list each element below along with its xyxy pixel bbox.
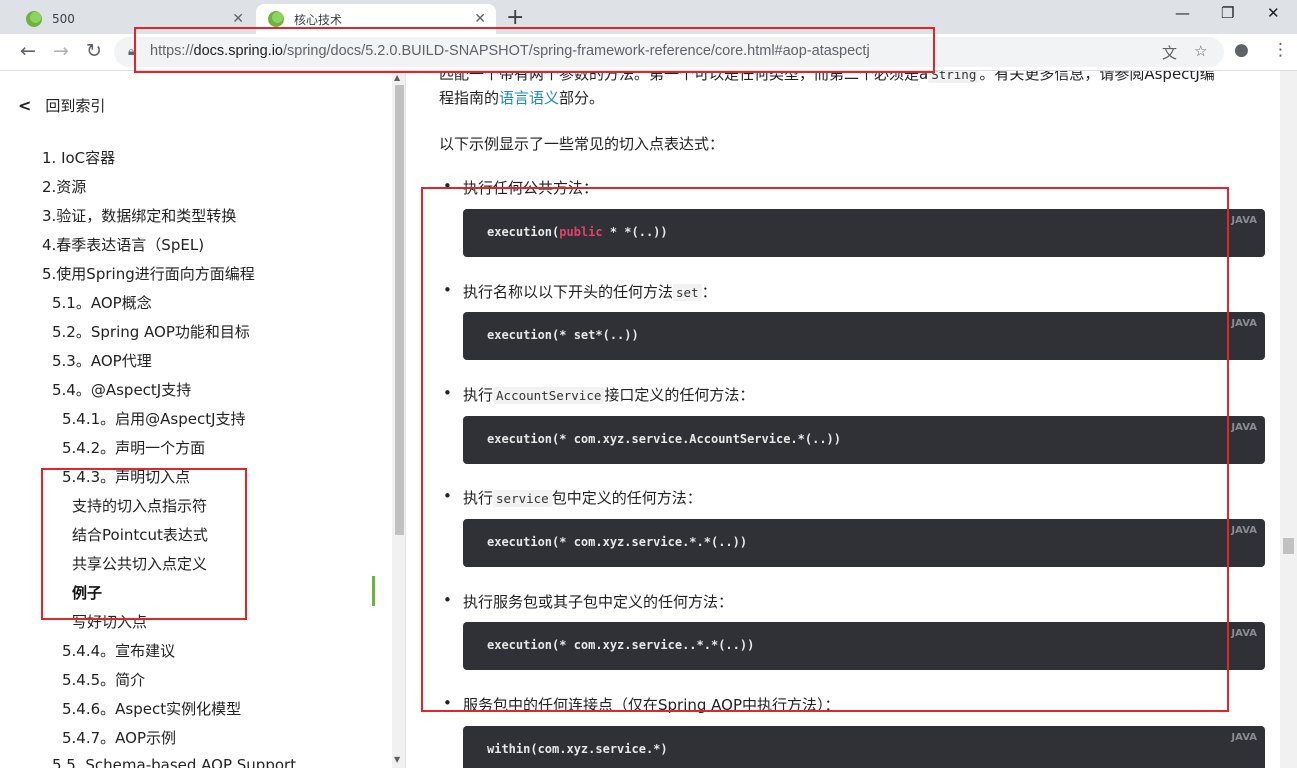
- toc-item[interactable]: 5.4.4。宣布建议: [62, 640, 175, 661]
- toc-item[interactable]: 5.1。AOP概念: [52, 292, 152, 313]
- toc-item[interactable]: 5.4.7。AOP示例: [62, 727, 176, 748]
- example-item: 执行任何公共方法：: [443, 177, 598, 198]
- toc-item[interactable]: 5.4.6。Aspect实例化模型: [62, 698, 241, 719]
- code-block[interactable]: execution(* com.xyz.service.AccountServi…: [463, 416, 1265, 464]
- toc-item[interactable]: 4.春季表达语言（SpEL): [42, 234, 204, 255]
- code-language-label: JAVA: [1231, 628, 1257, 639]
- restore-icon[interactable]: ❐: [1221, 4, 1234, 22]
- url-text[interactable]: https://docs.spring.io/spring/docs/5.2.0…: [150, 43, 870, 59]
- code-block[interactable]: execution(* com.xyz.service..*.*(..)) JA…: [463, 622, 1265, 670]
- code-text: execution(* com.xyz.service.AccountServi…: [487, 432, 842, 446]
- toc-item[interactable]: 5.5. Schema-based AOP Support: [52, 756, 296, 768]
- scroll-up-icon[interactable]: ▲: [394, 73, 400, 82]
- code-language-label: JAVA: [1231, 422, 1257, 433]
- tab-title: 500: [52, 12, 75, 26]
- content-scrollbar[interactable]: [1280, 71, 1297, 768]
- examples-heading: 以下示例显示了一些常见的切入点表达式：: [439, 135, 725, 153]
- toc-item[interactable]: 5.4.1。启用@AspectJ支持: [62, 408, 246, 429]
- new-tab-button[interactable]: +: [506, 5, 524, 30]
- toc-item[interactable]: 写好切入点: [72, 611, 147, 632]
- main-content: 匹配一个带有两个参数的方法。第一个可以是任何类型，而第二个必须是a String。…: [407, 71, 1297, 768]
- close-tab-icon[interactable]: ✕: [232, 11, 244, 27]
- back-to-index-link[interactable]: < 回到索引: [18, 95, 105, 116]
- minimize-icon[interactable]: —: [1175, 4, 1190, 22]
- reload-icon[interactable]: ↻: [86, 40, 102, 62]
- toc-item[interactable]: 5.4。@AspectJ支持: [52, 379, 191, 400]
- intro-paragraph-line1: 匹配一个带有两个参数的方法。第一个可以是任何类型，而第二个必须是a String。…: [439, 71, 1215, 84]
- chevron-left-icon: <: [18, 96, 32, 115]
- toc-item[interactable]: 3.验证，数据绑定和类型转换: [42, 205, 236, 226]
- code-language-label: JAVA: [1231, 318, 1257, 329]
- close-tab-icon[interactable]: ✕: [474, 11, 486, 27]
- forward-icon[interactable]: →: [53, 40, 69, 62]
- example-item: 执行service包中定义的任何方法：: [443, 487, 702, 508]
- example-item: 服务包中的任何连接点（仅在Spring AOP中执行方法）：: [443, 694, 840, 715]
- code-block[interactable]: execution(* set*(..)) JAVA: [463, 312, 1265, 360]
- code-language-label: JAVA: [1231, 215, 1257, 226]
- back-label: 回到索引: [45, 97, 106, 115]
- toc-sidebar: < 回到索引 1. IoC容器 2.资源 3.验证，数据绑定和类型转换 4.春季…: [0, 71, 406, 768]
- tab-strip: 500 ✕ 核心技术 ✕ + — ❐ ✕: [0, 0, 1297, 34]
- spring-leaf-icon: [268, 11, 284, 27]
- example-item: 执行名称以以下开头的任何方法set：: [443, 281, 717, 302]
- example-item: 执行服务包或其子包中定义的任何方法：: [443, 591, 733, 612]
- example-item: 执行AccountService接口定义的任何方法：: [443, 384, 754, 405]
- content-scrollbar-thumb[interactable]: [1283, 538, 1294, 554]
- toc-item[interactable]: 2.资源: [42, 176, 86, 197]
- code-text: execution(* com.xyz.service.*.*(..)): [487, 535, 748, 549]
- toc-item[interactable]: 5.4.2。声明一个方面: [62, 437, 205, 458]
- back-icon[interactable]: ←: [20, 40, 36, 62]
- toc-item[interactable]: 5.使用Spring进行面向方面编程: [42, 263, 255, 284]
- code-block[interactable]: execution(* com.xyz.service.*.*(..)) JAV…: [463, 519, 1265, 567]
- toc-item[interactable]: 结合Pointcut表达式: [72, 524, 208, 545]
- language-semantics-link[interactable]: 语言语义: [499, 89, 559, 107]
- menu-icon[interactable]: ⋮: [1272, 40, 1289, 60]
- close-window-icon[interactable]: ✕: [1267, 4, 1280, 22]
- address-bar[interactable]: 🔒︎ https://docs.spring.io/spring/docs/5.…: [114, 37, 1224, 67]
- active-indicator: [372, 576, 375, 606]
- browser-toolbar: ← → ↻ 🔒︎ https://docs.spring.io/spring/d…: [0, 34, 1297, 71]
- code-block[interactable]: execution(public * *(..)) JAVA: [463, 209, 1265, 257]
- toc-item[interactable]: 5.4.3。声明切入点: [62, 466, 190, 487]
- code-language-label: JAVA: [1231, 525, 1257, 536]
- code-text: execution(* com.xyz.service..*.*(..)): [487, 638, 755, 652]
- tab-core-tech[interactable]: 核心技术 ✕: [256, 4, 496, 34]
- account-icon[interactable]: ●: [1234, 40, 1249, 60]
- code-block[interactable]: within(com.xyz.service.*) JAVA: [463, 726, 1265, 768]
- star-icon[interactable]: ☆: [1194, 42, 1207, 60]
- toc-item[interactable]: 5.2。Spring AOP功能和目标: [52, 321, 250, 342]
- tab-500[interactable]: 500 ✕: [14, 4, 254, 34]
- code-text: execution(public * *(..)): [487, 225, 668, 239]
- code-text: within(com.xyz.service.*): [487, 742, 668, 756]
- toc-item[interactable]: 5.3。AOP代理: [52, 350, 152, 371]
- tab-title: 核心技术: [294, 12, 343, 27]
- sidebar-scrollbar-thumb[interactable]: [395, 85, 404, 535]
- toc-item[interactable]: 1. IoC容器: [42, 147, 115, 168]
- toc-item-active[interactable]: 例子: [72, 582, 102, 603]
- intro-paragraph-line2: 程指南的语言语义部分。: [439, 89, 605, 107]
- toc-item[interactable]: 共享公共切入点定义: [72, 553, 207, 574]
- spring-leaf-icon: [26, 11, 42, 27]
- lock-icon[interactable]: 🔒︎: [128, 44, 134, 59]
- toc-item[interactable]: 支持的切入点指示符: [72, 495, 207, 516]
- scroll-down-icon[interactable]: ▼: [394, 755, 400, 764]
- toc-item[interactable]: 5.4.5。简介: [62, 669, 145, 690]
- translate-icon[interactable]: 文: [1162, 42, 1177, 63]
- code-text: execution(* set*(..)): [487, 328, 639, 342]
- code-language-label: JAVA: [1231, 732, 1257, 743]
